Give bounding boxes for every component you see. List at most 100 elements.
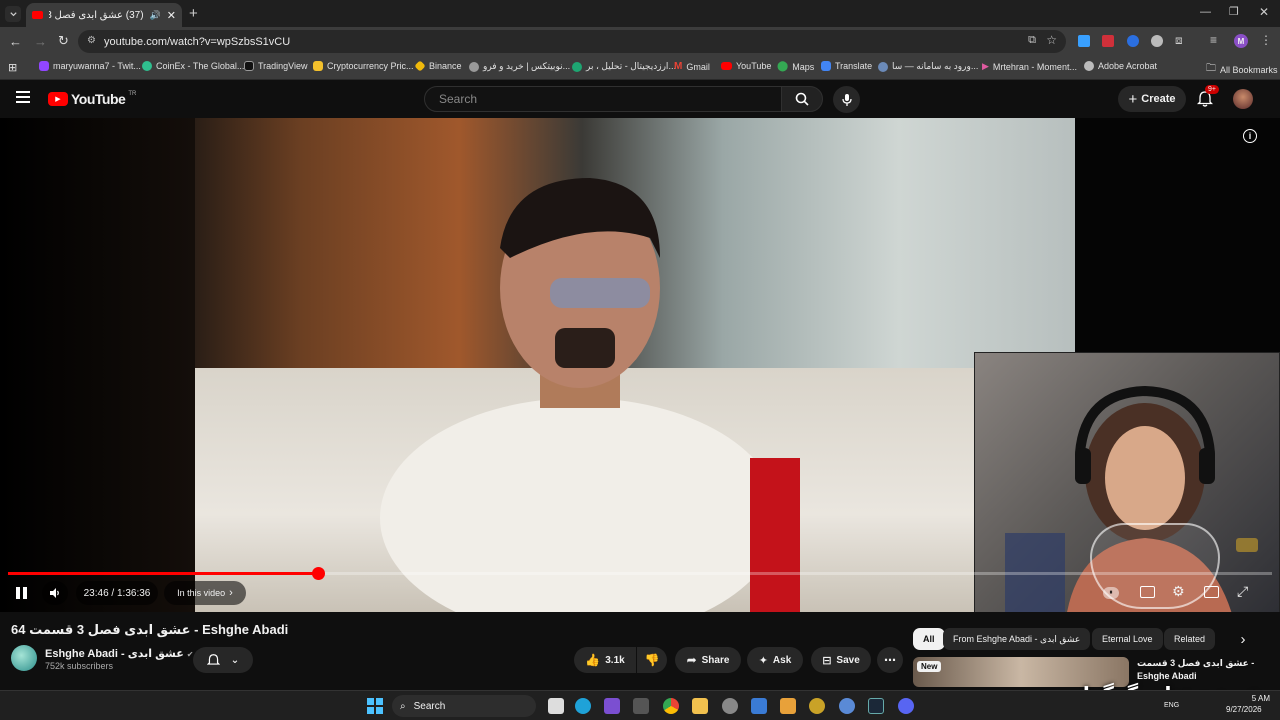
youtube-logo[interactable]: ▶ YouTube TR (48, 91, 136, 107)
recommended-channel: Eshghe Abadi (1137, 671, 1197, 681)
chips-next-button[interactable]: › (1232, 628, 1254, 650)
bookmark-item[interactable]: Translate (821, 61, 872, 71)
fullscreen-icon[interactable]: ⤢ (1237, 583, 1248, 600)
pause-button[interactable] (13, 585, 29, 601)
browser-menu-icon[interactable]: ⋮ (1260, 33, 1272, 47)
extension-icon-4[interactable] (1151, 35, 1163, 47)
channel-name[interactable]: Eshghe Abadi - عشق ابدی ✔ (45, 647, 194, 660)
file-explorer-icon[interactable] (548, 698, 564, 714)
restore-icon[interactable]: ❐ (1229, 5, 1239, 18)
chapters-button[interactable]: In this video › (164, 581, 246, 605)
bookmark-item[interactable]: CoinEx - The Global... (142, 61, 244, 71)
vpn-icon[interactable] (751, 698, 767, 714)
volume-button[interactable] (42, 581, 68, 605)
app-r-icon[interactable] (604, 698, 620, 714)
site-info-icon[interactable]: ⚙ (87, 35, 96, 46)
bookmark-item[interactable]: maryuwanna7 - Twit... (39, 61, 141, 71)
active-tab[interactable]: (37) عشق ابدی فصل 3 قسمت 🔊 ✕ (26, 3, 182, 27)
app-settings-icon[interactable] (722, 698, 738, 714)
voice-search-button[interactable] (833, 86, 860, 113)
create-button[interactable]: + Create (1118, 86, 1186, 112)
reload-icon[interactable]: ↻ (58, 33, 69, 49)
info-icon[interactable]: i (1243, 129, 1257, 143)
minimize-icon[interactable]: — (1200, 6, 1211, 18)
settings-gear-icon[interactable]: ⚙ (1172, 583, 1185, 600)
recommended-title[interactable]: عشق ابدی فصل 3 قسمت - (1137, 658, 1254, 669)
taskbar-search[interactable]: ⌕ Search (392, 695, 536, 717)
close-window-icon[interactable]: ✕ (1259, 5, 1269, 19)
discord-icon[interactable] (898, 698, 914, 714)
bookmark-item[interactable]: ⬤ Maps (777, 61, 814, 72)
thumbs-up-icon: 👍 (585, 653, 601, 667)
ask-button[interactable]: ✦ Ask (747, 647, 803, 673)
binance-icon (414, 60, 426, 72)
cast-icon[interactable]: ⧉ (1028, 34, 1036, 47)
chevron-down-icon (9, 11, 17, 16)
chip-from-channel[interactable]: From Eshghe Abadi - عشق ابدی (943, 628, 1091, 650)
bookmark-item[interactable]: Adobe Acrobat (1084, 61, 1157, 71)
subtitles-icon[interactable] (1140, 586, 1155, 598)
search-input[interactable]: Search (424, 86, 782, 112)
more-actions-button[interactable]: ⋯ (877, 647, 903, 673)
profile-avatar[interactable]: M (1234, 34, 1248, 48)
forward-icon[interactable]: → (34, 34, 47, 49)
chip-related[interactable]: Related (1164, 628, 1216, 650)
back-icon[interactable]: ← (9, 34, 22, 49)
folder-icon[interactable] (692, 698, 708, 714)
new-tab-button[interactable]: + (189, 5, 198, 22)
subscribed-button[interactable]: ⌄ (193, 647, 253, 673)
more-horizontal-icon: ⋯ (884, 653, 896, 667)
progress-bar[interactable] (8, 567, 1272, 580)
bookmark-item[interactable]: ▶ Mrtehran - Moment... (982, 61, 1077, 72)
extensions-puzzle-icon[interactable]: ⧈ (1175, 33, 1183, 48)
app-orange-icon[interactable] (780, 698, 796, 714)
bookmark-item[interactable]: Binance (414, 60, 462, 72)
bookmark-item[interactable]: نوبیتکس | خرید و فرو... (469, 61, 570, 72)
user-avatar[interactable] (1233, 89, 1253, 109)
app-globe-icon[interactable] (839, 698, 855, 714)
bookmark-item[interactable]: YouTube (721, 61, 771, 71)
bookmark-item[interactable]: ارزدیجیتال - تحلیل ، بر... (572, 61, 676, 72)
arzdigital-icon (572, 61, 582, 72)
apps-grid-icon[interactable]: ⊞ (8, 61, 17, 74)
app-game-icon[interactable] (633, 698, 649, 714)
save-button[interactable]: ⊟ Save (811, 647, 871, 673)
url-text: youtube.com/watch?v=wpSzbsS1vCU (104, 35, 291, 48)
speaker-icon[interactable]: 🔊 (150, 10, 161, 21)
tab-list-button[interactable] (5, 6, 21, 22)
like-button[interactable]: 👍 3.1k (574, 647, 636, 673)
edge-icon[interactable] (575, 698, 591, 714)
video-player[interactable]: i 23:46 / 1:36:36 In this video › ⏸ ⚙ ⤢ (0, 118, 1280, 612)
url-field[interactable]: ⚙ youtube.com/watch?v=wpSzbsS1vCU ⧉ ☆ (78, 30, 1066, 53)
search-button[interactable] (781, 86, 823, 112)
clock-time[interactable]: 5 AM (1240, 694, 1270, 703)
language-indicator[interactable]: ENG (1164, 702, 1179, 709)
extension-icon-1[interactable] (1078, 35, 1090, 47)
bookmark-item[interactable]: ورود به سامانه — سا... (878, 61, 978, 72)
windows-start-icon[interactable] (367, 698, 383, 714)
autoplay-toggle[interactable]: ⏸ (1103, 587, 1119, 599)
bookmark-item[interactable]: Cryptocurrency Pric... (313, 61, 414, 71)
chrome-icon[interactable] (663, 698, 679, 714)
bookmark-item[interactable]: M Gmail (674, 61, 710, 72)
extension-icon-3[interactable] (1127, 35, 1139, 47)
bookmark-star-icon[interactable]: ☆ (1046, 33, 1057, 47)
share-button[interactable]: ➦ Share (675, 647, 741, 673)
app-yellow-icon[interactable] (809, 698, 825, 714)
close-tab-icon[interactable]: ✕ (167, 9, 176, 22)
dislike-button[interactable]: 👎 (637, 647, 667, 673)
all-bookmarks[interactable]: 🗀 All Bookmarks (1206, 61, 1278, 78)
extension-icon-2[interactable] (1102, 35, 1114, 47)
steam-icon[interactable] (868, 698, 884, 714)
clock-date[interactable]: 9/27/2026 (1226, 705, 1262, 714)
reading-list-icon[interactable]: ≡ (1210, 33, 1217, 47)
bell-icon (206, 654, 220, 665)
chip-all[interactable]: All (913, 628, 945, 650)
chip-eternal-love[interactable]: Eternal Love (1092, 628, 1163, 650)
miniplayer-icon[interactable] (1204, 586, 1219, 598)
bookmark-item[interactable]: TradingView (244, 61, 308, 71)
hamburger-menu-icon[interactable] (16, 91, 30, 103)
channel-avatar[interactable] (11, 645, 37, 671)
notification-badge: 9+ (1205, 85, 1219, 94)
notifications-button[interactable]: 9+ (1197, 85, 1219, 107)
